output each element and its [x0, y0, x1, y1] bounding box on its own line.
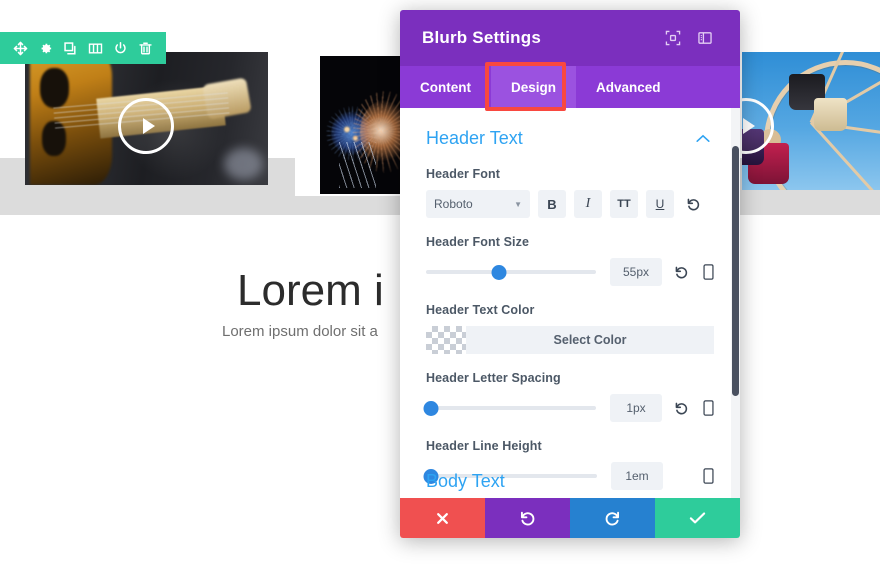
blurb-settings-modal: Blurb Settings Content Design Advanced H…	[400, 10, 740, 538]
modal-titlebar: Blurb Settings	[400, 10, 740, 66]
tab-advanced[interactable]: Advanced	[576, 66, 681, 108]
label-header-letter-spacing: Header Letter Spacing	[426, 371, 561, 385]
header-font-size-controls: 55px	[426, 258, 714, 286]
label-header-font-size: Header Font Size	[426, 235, 530, 249]
screenshot-root: Lorem i Lorem ipsum dolor sit a Blurb Se…	[0, 0, 880, 570]
underline-button[interactable]: U	[646, 190, 674, 218]
page-heading: Lorem i	[237, 266, 384, 315]
field-header-letter-spacing: Header Letter Spacing 1px	[423, 371, 714, 422]
expand-icon[interactable]	[660, 25, 686, 51]
modal-scrollbar[interactable]	[731, 108, 740, 498]
header-letter-spacing-controls: 1px	[423, 394, 714, 422]
header-font-size-slider[interactable]	[426, 262, 596, 282]
save-button[interactable]	[655, 498, 740, 538]
divi-module-toolbar[interactable]	[0, 32, 166, 64]
slider-track	[426, 270, 596, 274]
font-family-select[interactable]: Roboto ▼	[426, 190, 530, 218]
italic-button[interactable]: I	[574, 190, 602, 218]
modal-footer	[400, 498, 740, 538]
color-swatch-transparent[interactable]	[426, 326, 466, 354]
redo-button[interactable]	[570, 498, 655, 538]
field-header-font: Header Font Roboto ▼ B I TT U	[426, 167, 714, 218]
check-icon	[689, 511, 706, 525]
guitar-detail-shape	[39, 67, 69, 108]
gear-icon[interactable]	[38, 41, 53, 56]
header-text-section-header[interactable]: Header Text	[426, 128, 714, 163]
header-font-size-value[interactable]: 55px	[610, 258, 662, 286]
move-icon[interactable]	[13, 41, 28, 56]
uppercase-button[interactable]: TT	[610, 190, 638, 218]
reset-icon[interactable]	[674, 265, 689, 280]
close-icon	[435, 511, 450, 526]
label-header-font: Header Font	[426, 167, 501, 181]
slider-track	[426, 406, 596, 410]
reset-icon[interactable]	[674, 401, 689, 416]
redo-icon	[604, 510, 621, 527]
modal-tabs: Content Design Advanced	[400, 62, 740, 111]
header-line-height-value[interactable]: 1em	[611, 462, 663, 490]
chevron-up-icon[interactable]	[692, 130, 714, 147]
ferris-wheel-car	[813, 97, 847, 131]
label-header-line-height: Header Line Height	[426, 439, 542, 453]
modal-body: Header Text Header Font Roboto ▼ B I TT …	[400, 108, 740, 498]
modal-title: Blurb Settings	[422, 28, 541, 47]
section-title-header-text: Header Text	[426, 128, 523, 148]
page-subtext: Lorem ipsum dolor sit a	[222, 323, 378, 340]
field-header-text-color: Header Text Color Select Color	[426, 303, 714, 354]
columns-icon[interactable]	[88, 41, 103, 56]
settings-scroll-area: Header Text Header Font Roboto ▼ B I TT …	[400, 108, 740, 498]
font-family-value: Roboto	[434, 197, 473, 211]
responsive-mobile-icon[interactable]	[703, 264, 714, 280]
section-title-body-text[interactable]: Body Text	[426, 471, 505, 492]
tab-design[interactable]: Design	[491, 66, 577, 108]
cancel-button[interactable]	[400, 498, 485, 538]
header-font-controls: Roboto ▼ B I TT U	[426, 190, 714, 218]
duplicate-icon[interactable]	[63, 41, 78, 56]
select-color-button[interactable]: Select Color	[466, 326, 714, 354]
label-header-text-color: Header Text Color	[426, 303, 535, 317]
undo-button[interactable]	[485, 498, 570, 538]
responsive-mobile-icon[interactable]	[703, 400, 714, 416]
guitar-bokeh-shape	[224, 147, 264, 180]
header-letter-spacing-value[interactable]: 1px	[610, 394, 662, 422]
firework-trails	[339, 141, 376, 189]
chevron-down-icon: ▼	[514, 199, 522, 209]
undo-icon	[519, 510, 536, 527]
reset-icon[interactable]	[686, 197, 701, 212]
slider-knob[interactable]	[491, 264, 507, 280]
trash-icon[interactable]	[138, 41, 153, 56]
play-icon[interactable]	[118, 98, 174, 154]
layout-panel-icon[interactable]	[692, 25, 718, 51]
slider-knob[interactable]	[423, 400, 439, 416]
header-letter-spacing-slider[interactable]	[423, 398, 596, 418]
bold-button[interactable]: B	[538, 190, 566, 218]
responsive-mobile-icon[interactable]	[703, 468, 714, 484]
tab-content[interactable]: Content	[400, 66, 491, 108]
header-text-color-controls: Select Color	[426, 326, 714, 354]
field-header-font-size: Header Font Size 55px	[426, 235, 714, 286]
fireworks-image[interactable]	[320, 56, 400, 194]
modal-scrollbar-thumb[interactable]	[732, 146, 739, 396]
power-icon[interactable]	[113, 41, 128, 56]
